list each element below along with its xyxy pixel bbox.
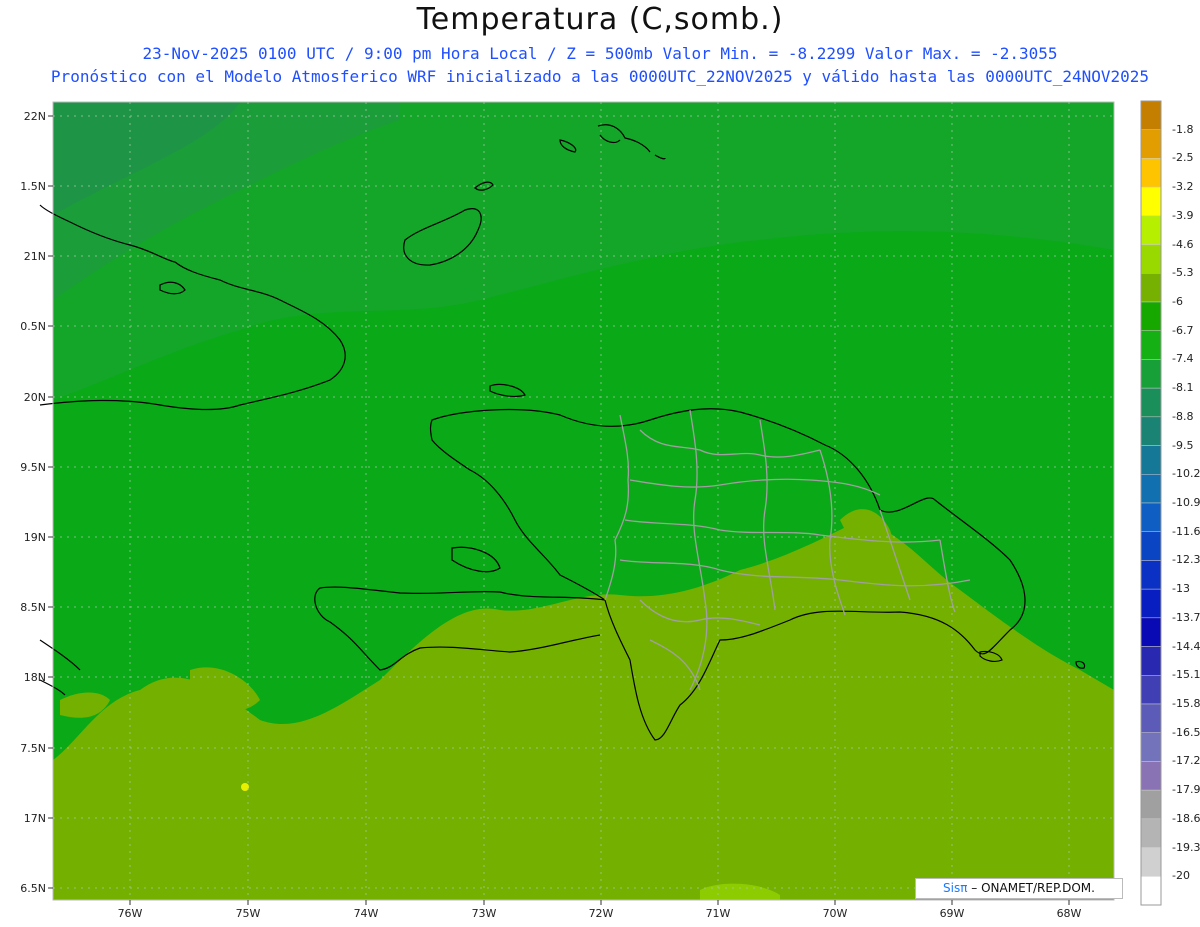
colorbar-swatch: [1140, 675, 1162, 705]
lat-label: 1.5N: [20, 180, 46, 193]
colorbar-label: -6.7: [1172, 323, 1194, 337]
colorbar-label: -12.3: [1172, 553, 1200, 567]
colorbar-label: -17.9: [1172, 783, 1200, 797]
lon-label: 73W: [472, 907, 497, 920]
colorbar: [1140, 100, 1162, 906]
colorbar-swatch: [1140, 186, 1162, 217]
colorbar-swatch: [1140, 732, 1162, 762]
lat-label: 6.5N: [20, 882, 46, 895]
lat-label: 22N: [24, 110, 46, 123]
colorbar-label: -4.6: [1172, 237, 1194, 251]
colorbar-swatch: [1140, 818, 1162, 848]
colorbar-label: -13.7: [1172, 610, 1200, 624]
colorbar-swatch: [1140, 330, 1162, 360]
lon-label: 72W: [589, 907, 614, 920]
colorbar-swatch: [1140, 244, 1162, 274]
lat-label: 9.5N: [20, 461, 46, 474]
colorbar-swatch: [1140, 100, 1162, 130]
colorbar-swatch: [1140, 847, 1162, 877]
colorbar-swatch: [1140, 158, 1162, 188]
colorbar-swatch: [1140, 445, 1162, 475]
latitude-labels: 22N 1.5N 21N 0.5N 20N 9.5N 19N 8.5N 18N 7.5N 17N 6.…: [20, 110, 53, 895]
lon-label: 68W: [1057, 907, 1082, 920]
lat-label: 0.5N: [20, 320, 46, 333]
lon-label: 76W: [118, 907, 143, 920]
lat-label: 20N: [24, 391, 46, 404]
colorbar-label: -5.3: [1172, 266, 1194, 280]
colorbar-label: -6: [1172, 295, 1183, 308]
colorbar-swatch: [1140, 359, 1162, 389]
colorbar-label: -19.3: [1172, 840, 1200, 854]
colorbar-swatch: [1140, 876, 1162, 906]
colorbar-swatch: [1140, 502, 1162, 532]
lat-label: 7.5N: [20, 742, 46, 755]
longitude-labels: 76W 75W 74W 73W 72W 71W 70W 69W 68W: [118, 900, 1082, 920]
colorbar-swatch: [1140, 129, 1162, 159]
colorbar-label: -3.2: [1172, 180, 1194, 194]
lat-label: 21N: [24, 250, 46, 263]
colorbar-label: -8.8: [1172, 409, 1194, 423]
colorbar-swatch: [1140, 617, 1162, 647]
colorbar-swatch: [1140, 474, 1162, 504]
lat-label: 17N: [24, 812, 46, 825]
colorbar-label: -7.4: [1172, 352, 1194, 366]
colorbar-label: -9.5: [1172, 438, 1194, 452]
colorbar-swatch: [1140, 215, 1162, 245]
colorbar-label: -13: [1172, 582, 1190, 596]
colorbar-label: -17.2: [1172, 754, 1200, 768]
colorbar-label: -11.6: [1172, 524, 1200, 538]
colorbar-swatch: [1140, 560, 1162, 590]
colorbar-label: -14.4: [1172, 639, 1200, 653]
sis-logo-text: Sisπ: [943, 881, 968, 895]
colorbar-label: -15.8: [1172, 697, 1200, 710]
colorbar-label: -2.5: [1172, 151, 1194, 165]
credit-badge: Sisπ – ONAMET/REP.DOM.: [915, 878, 1123, 899]
lat-label: 19N: [24, 531, 46, 544]
colorbar-label: -10.2: [1172, 467, 1200, 481]
colorbar-swatch: [1140, 761, 1162, 791]
colorbar-swatch: [1140, 703, 1162, 733]
colorbar-label: -3.9: [1172, 208, 1194, 222]
colorbar-swatch: [1140, 416, 1162, 446]
temperature-field: [53, 102, 1114, 900]
colorbar-label: -8.1: [1172, 381, 1194, 395]
colorbar-label: -1.8: [1172, 122, 1194, 136]
colorbar-label: -15.1: [1172, 668, 1200, 682]
colorbar-swatch: [1140, 646, 1162, 676]
lon-label: 71W: [706, 907, 731, 920]
credit-text: – ONAMET/REP.DOM.: [967, 881, 1095, 895]
colorbar-label: -10.9: [1172, 496, 1200, 509]
colorbar-swatch: [1140, 588, 1162, 619]
lat-label: 18N: [24, 671, 46, 684]
lon-label: 70W: [823, 907, 848, 920]
colorbar-swatch: [1140, 301, 1162, 331]
lon-label: 74W: [354, 907, 379, 920]
forecast-map: 22N 1.5N 21N 0.5N 20N 9.5N 19N 8.5N 18N 7.5N 17N 6.…: [20, 101, 1115, 920]
lon-label: 75W: [236, 907, 261, 920]
colorbar-swatch: [1140, 273, 1162, 303]
colorbar-label: -16.5: [1172, 725, 1200, 739]
colorbar-label: -20: [1172, 869, 1190, 883]
lon-label: 69W: [940, 907, 965, 920]
colorbar-swatch: [1140, 789, 1162, 820]
colorbar-label: -18.6: [1172, 811, 1200, 825]
lat-label: 8.5N: [20, 601, 46, 614]
colorbar-swatch: [1140, 531, 1162, 561]
colorbar-swatch: [1140, 387, 1162, 418]
